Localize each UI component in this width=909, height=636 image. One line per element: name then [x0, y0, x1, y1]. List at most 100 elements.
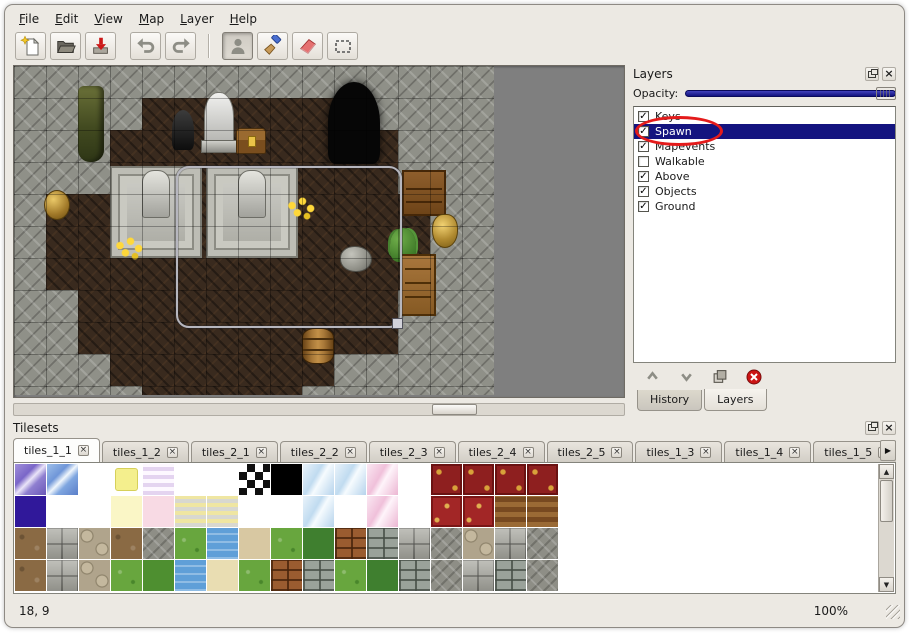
- tileset-tile-redc[interactable]: [495, 464, 526, 495]
- tileset-tile-wht[interactable]: [239, 496, 270, 527]
- tileset-tab-tiles_2_2[interactable]: tiles_2_2×: [280, 441, 367, 462]
- tab-close-icon[interactable]: ×: [523, 447, 534, 458]
- tileset-tile-dirt[interactable]: [111, 528, 142, 559]
- tileset-tile-ston[interactable]: [399, 528, 430, 559]
- tab-history[interactable]: History: [637, 390, 702, 411]
- redo-button[interactable]: [165, 32, 196, 60]
- tileset-tile-ind[interactable]: [15, 496, 46, 527]
- tileset-view[interactable]: ▲ ▼: [13, 462, 896, 594]
- menu-edit[interactable]: Edit: [47, 10, 86, 28]
- tileset-tile-redc2[interactable]: [431, 496, 462, 527]
- fill-tool-button[interactable]: [257, 32, 288, 60]
- tileset-tab-tiles_1_3[interactable]: tiles_1_3×: [635, 441, 722, 462]
- tileset-tile-gstone[interactable]: [431, 560, 462, 591]
- tileset-tab-tiles_2_1[interactable]: tiles_2_1×: [191, 441, 278, 462]
- open-map-button[interactable]: [50, 32, 81, 60]
- layer-row-above[interactable]: Above: [634, 169, 895, 184]
- tab-close-icon[interactable]: ×: [78, 445, 89, 456]
- tileset-tile-grs2[interactable]: [143, 560, 174, 591]
- tileset-tile-gstone[interactable]: [527, 528, 558, 559]
- layer-visibility-checkbox[interactable]: [638, 201, 649, 212]
- tileset-tile-redc[interactable]: [431, 464, 462, 495]
- layer-row-mapevents[interactable]: Mapevents: [634, 139, 895, 154]
- tab-close-icon[interactable]: ×: [789, 447, 800, 458]
- tileset-tile-ston[interactable]: [47, 528, 78, 559]
- tileset-vertical-scrollbar[interactable]: ▲ ▼: [878, 464, 894, 592]
- tileset-tile-brn[interactable]: [495, 496, 526, 527]
- layer-visibility-checkbox[interactable]: [638, 186, 649, 197]
- tilesets-float-button[interactable]: [865, 421, 879, 435]
- tileset-tab-tiles_2_3[interactable]: tiles_2_3×: [369, 441, 456, 462]
- tileset-tile-blk[interactable]: [271, 464, 302, 495]
- tileset-tile-grs[interactable]: [175, 528, 206, 559]
- tileset-tile-wht[interactable]: [47, 496, 78, 527]
- tileset-tile-gbrik[interactable]: [495, 560, 526, 591]
- tileset-tile-dgrs[interactable]: [303, 528, 334, 559]
- map-selection-rectangle[interactable]: [176, 166, 402, 328]
- panel-float-button[interactable]: [865, 67, 879, 81]
- tileset-tile-pnk[interactable]: [367, 464, 398, 495]
- duplicate-layer-button[interactable]: [711, 368, 729, 386]
- tileset-tile-cobb[interactable]: [79, 528, 110, 559]
- tileset-tile-redc2[interactable]: [463, 496, 494, 527]
- tileset-tile-gstone[interactable]: [143, 528, 174, 559]
- tileset-tile-gbrik[interactable]: [367, 528, 398, 559]
- tileset-tile-dirt[interactable]: [15, 560, 46, 591]
- tileset-tile-wht[interactable]: [399, 464, 430, 495]
- menu-view[interactable]: View: [86, 10, 130, 28]
- tab-scroll-right-button[interactable]: ▶: [880, 440, 896, 461]
- resize-grip[interactable]: [886, 605, 900, 619]
- layer-row-spawn[interactable]: Spawn: [634, 124, 895, 139]
- tileset-tile-ppnk[interactable]: [143, 496, 174, 527]
- tileset-tile-grs[interactable]: [271, 528, 302, 559]
- tileset-tile-wht[interactable]: [399, 496, 430, 527]
- tileset-tile-ysq[interactable]: [111, 464, 142, 495]
- tileset-tile-wht[interactable]: [79, 496, 110, 527]
- tab-close-icon[interactable]: ×: [611, 447, 622, 458]
- tab-close-icon[interactable]: ×: [700, 447, 711, 458]
- menu-file[interactable]: File: [11, 10, 47, 28]
- tileset-tile-dgrs[interactable]: [367, 560, 398, 591]
- opacity-slider-handle[interactable]: [876, 87, 896, 100]
- tileset-tile-grs[interactable]: [111, 560, 142, 591]
- scrollbar-handle[interactable]: [432, 404, 477, 415]
- menu-layer[interactable]: Layer: [172, 10, 221, 28]
- save-map-button[interactable]: [85, 32, 116, 60]
- tileset-tile-wht[interactable]: [79, 464, 110, 495]
- tileset-tile-wat2[interactable]: [175, 560, 206, 591]
- tileset-tile-ice[interactable]: [335, 464, 366, 495]
- tileset-tile-pyel[interactable]: [111, 496, 142, 527]
- tileset-tab-tiles_1_1[interactable]: tiles_1_1×: [13, 438, 100, 462]
- tab-close-icon[interactable]: ×: [434, 447, 445, 458]
- map-horizontal-scrollbar[interactable]: [13, 403, 625, 416]
- scrollbar-handle[interactable]: [880, 480, 893, 522]
- tileset-tile-wat2[interactable]: [207, 528, 238, 559]
- tileset-tile-brik[interactable]: [271, 560, 302, 591]
- tileset-tile-pnk[interactable]: [367, 496, 398, 527]
- tileset-tile-ice[interactable]: [303, 464, 334, 495]
- tileset-tile-wht[interactable]: [335, 496, 366, 527]
- layer-row-objects[interactable]: Objects: [634, 184, 895, 199]
- tileset-tile-wht[interactable]: [271, 496, 302, 527]
- layer-visibility-checkbox[interactable]: [638, 111, 649, 122]
- layer-visibility-checkbox[interactable]: [638, 126, 649, 137]
- tileset-tile-wht[interactable]: [175, 464, 206, 495]
- tab-layers[interactable]: Layers: [704, 389, 766, 411]
- new-map-button[interactable]: [15, 32, 46, 60]
- tileset-tile-wblu[interactable]: [47, 464, 78, 495]
- tileset-tile-cobb[interactable]: [79, 560, 110, 591]
- menu-map[interactable]: Map: [131, 10, 172, 28]
- tileset-tile-gbrik[interactable]: [399, 560, 430, 591]
- tileset-tile-brik[interactable]: [335, 528, 366, 559]
- scroll-up-button[interactable]: ▲: [879, 464, 894, 479]
- tileset-tile-gstone[interactable]: [527, 560, 558, 591]
- move-layer-up-button[interactable]: [643, 368, 661, 386]
- tileset-tile-ston[interactable]: [47, 560, 78, 591]
- tileset-tab-tiles_1_4[interactable]: tiles_1_4×: [724, 441, 811, 462]
- panel-close-button[interactable]: ×: [882, 67, 896, 81]
- tileset-tile-chk[interactable]: [239, 464, 270, 495]
- tileset-tile-redc[interactable]: [527, 464, 558, 495]
- tab-close-icon[interactable]: ×: [345, 447, 356, 458]
- layer-visibility-checkbox[interactable]: [638, 141, 649, 152]
- tileset-tab-tiles_2_5[interactable]: tiles_2_5×: [547, 441, 634, 462]
